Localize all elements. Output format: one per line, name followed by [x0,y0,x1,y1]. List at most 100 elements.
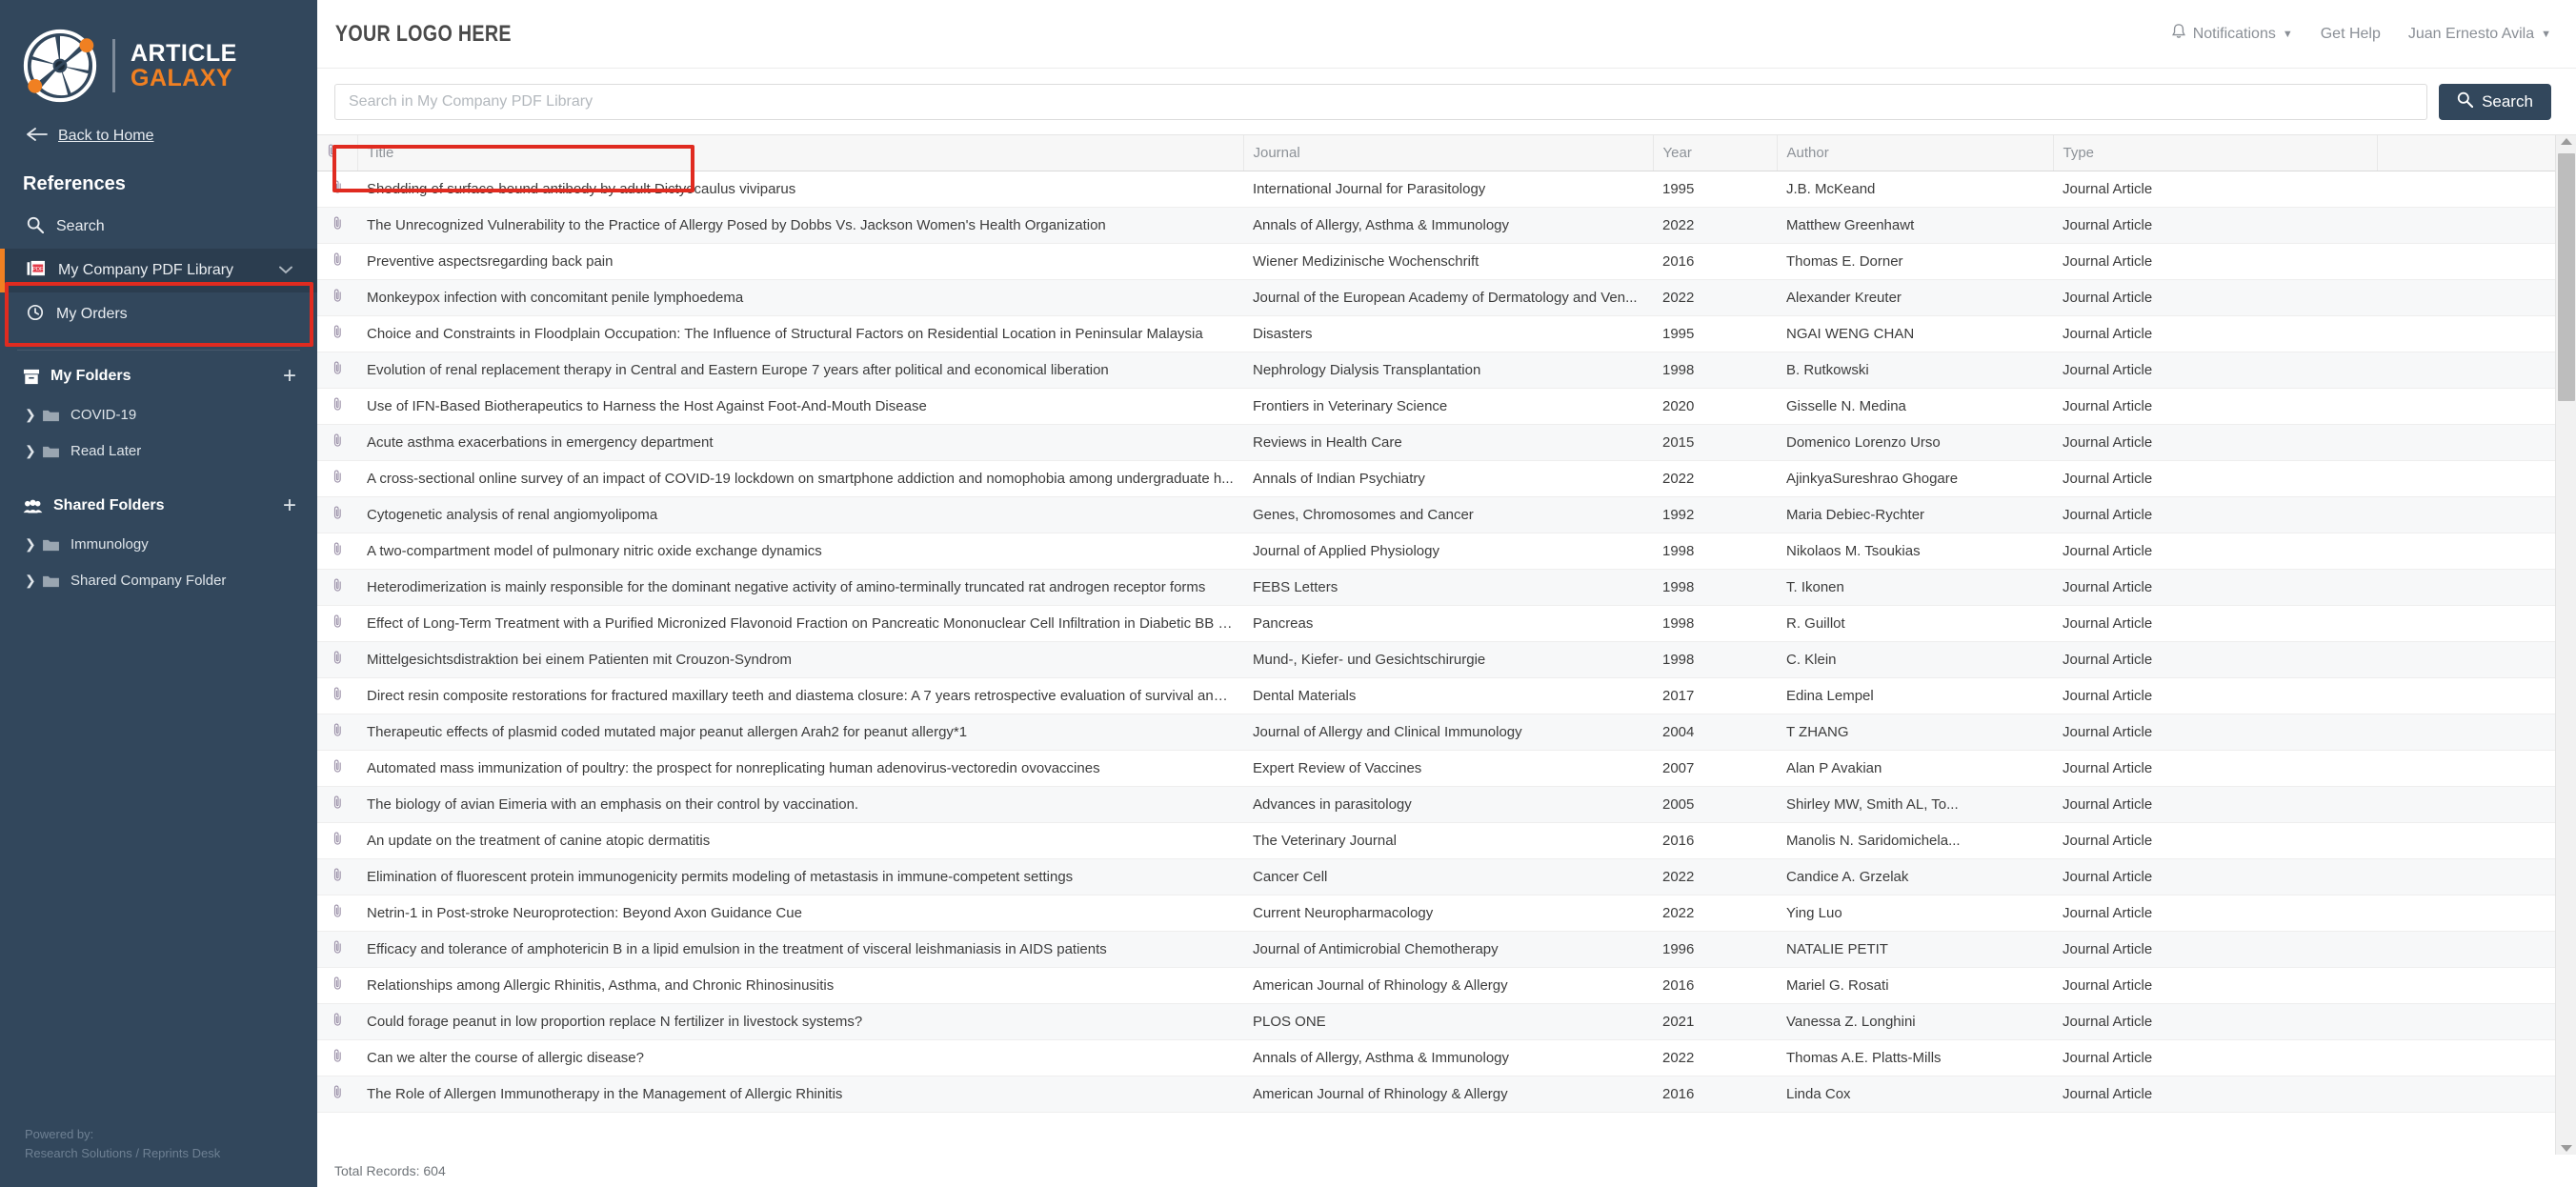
chevron-right-icon[interactable]: ❯ [25,407,40,423]
cell-title[interactable]: Choice and Constraints in Floodplain Occ… [357,315,1243,352]
table-row[interactable]: Acute asthma exacerbations in emergency … [317,424,2561,461]
back-to-home-link[interactable]: Back to Home [0,114,317,152]
table-row[interactable]: Elimination of fluorescent protein immun… [317,858,2561,895]
cell-title[interactable]: Monkeypox infection with concomitant pen… [357,279,1243,316]
get-help-link[interactable]: Get Help [2321,26,2381,43]
chevron-right-icon[interactable]: ❯ [25,443,40,459]
table-row[interactable]: Can we alter the course of allergic dise… [317,1039,2561,1076]
row-attachment-icon-cell[interactable] [317,1076,357,1113]
folder-item-immunology[interactable]: ❯ Immunology [0,526,317,562]
user-menu[interactable]: Juan Ernesto Avila ▼ [2408,26,2551,43]
table-row[interactable]: Use of IFN-Based Biotherapeutics to Harn… [317,388,2561,425]
table-row[interactable]: Preventive aspectsregarding back pain Wie… [317,243,2561,280]
cell-title[interactable]: Cytogenetic analysis of renal angiomyoli… [357,496,1243,533]
row-attachment-icon-cell[interactable] [317,279,357,316]
table-row[interactable]: Direct resin composite restorations for … [317,677,2561,714]
cell-title[interactable]: Preventive aspectsregarding back pain [357,243,1243,280]
row-attachment-icon-cell[interactable] [317,1039,357,1076]
cell-title[interactable]: Mittelgesichtsdistraktion bei einem Pati… [357,641,1243,678]
search-button[interactable]: Search [2439,83,2551,120]
cell-title[interactable]: An update on the treatment of canine ato… [357,822,1243,859]
table-row[interactable]: Cytogenetic analysis of renal angiomyoli… [317,496,2561,533]
folder-item-shared-company-folder[interactable]: ❯ Shared Company Folder [0,562,317,598]
cell-title[interactable]: The biology of avian Eimeria with an emp… [357,786,1243,823]
brand-logo[interactable]: ARTICLE GALAXY [0,0,317,114]
row-attachment-icon-cell[interactable] [317,858,357,895]
chevron-right-icon[interactable]: ❯ [25,573,40,589]
sidebar-item-my-company-pdf-library[interactable]: PDF My Company PDF Library [0,249,317,292]
table-row[interactable]: Therapeutic effects of plasmid coded mut… [317,714,2561,751]
column-header-year[interactable]: Year [1653,135,1778,171]
cell-title[interactable]: Evolution of renal replacement therapy i… [357,352,1243,389]
sidebar-item-my-orders[interactable]: My Orders [0,292,317,336]
row-attachment-icon-cell[interactable] [317,171,357,208]
add-shared-folder-button[interactable]: + [283,494,296,517]
row-attachment-icon-cell[interactable] [317,496,357,533]
cell-title[interactable]: Heterodimerization is mainly responsible… [357,569,1243,606]
cell-title[interactable]: A two-compartment model of pulmonary nit… [357,533,1243,570]
row-attachment-icon-cell[interactable] [317,714,357,751]
cell-title[interactable]: Use of IFN-Based Biotherapeutics to Harn… [357,388,1243,425]
table-row[interactable]: An update on the treatment of canine ato… [317,822,2561,859]
row-attachment-icon-cell[interactable] [317,388,357,425]
cell-title[interactable]: Direct resin composite restorations for … [357,677,1243,714]
cell-title[interactable]: A cross-sectional online survey of an im… [357,460,1243,497]
row-attachment-icon-cell[interactable] [317,967,357,1004]
chevron-down-icon[interactable] [279,262,292,279]
row-attachment-icon-cell[interactable] [317,569,357,606]
cell-title[interactable]: Elimination of fluorescent protein immun… [357,858,1243,895]
scroll-up-arrow-icon[interactable] [2561,138,2572,145]
cell-title[interactable]: Could forage peanut in low proportion re… [357,1003,1243,1040]
row-attachment-icon-cell[interactable] [317,352,357,389]
row-attachment-icon-cell[interactable] [317,786,357,823]
add-my-folder-button[interactable]: + [283,365,296,388]
table-row[interactable]: A two-compartment model of pulmonary nit… [317,533,2561,570]
cell-title[interactable]: The Role of Allergen Immunotherapy in th… [357,1076,1243,1113]
cell-title[interactable]: Acute asthma exacerbations in emergency … [357,424,1243,461]
table-row[interactable]: Could forage peanut in low proportion re… [317,1003,2561,1040]
cell-title[interactable]: Efficacy and tolerance of amphotericin B… [357,931,1243,968]
row-attachment-icon-cell[interactable] [317,750,357,787]
table-row[interactable]: Shedding of surface-bound antibody by ad… [317,171,2561,208]
row-attachment-icon-cell[interactable] [317,1003,357,1040]
row-attachment-icon-cell[interactable] [317,207,357,244]
table-row[interactable]: Heterodimerization is mainly responsible… [317,569,2561,606]
table-row[interactable]: A cross-sectional online survey of an im… [317,460,2561,497]
folder-item-read-later[interactable]: ❯ Read Later [0,433,317,469]
column-header-author[interactable]: Author [1777,135,2054,171]
cell-title[interactable]: Netrin-1 in Post-stroke Neuroprotection:… [357,895,1243,932]
row-attachment-icon-cell[interactable] [317,243,357,280]
table-row[interactable]: Netrin-1 in Post-stroke Neuroprotection:… [317,895,2561,932]
row-attachment-icon-cell[interactable] [317,315,357,352]
row-attachment-icon-cell[interactable] [317,533,357,570]
cell-title[interactable]: The Unrecognized Vulnerability to the Pr… [357,207,1243,244]
table-vertical-scrollbar[interactable] [2555,135,2576,1155]
cell-title[interactable]: Can we alter the course of allergic dise… [357,1039,1243,1076]
table-row[interactable]: Monkeypox infection with concomitant pen… [317,279,2561,316]
table-row[interactable]: Effect of Long-Term Treatment with a Pur… [317,605,2561,642]
table-row[interactable]: The biology of avian Eimeria with an emp… [317,786,2561,823]
sidebar-item-search[interactable]: Search [0,205,317,249]
cell-title[interactable]: Shedding of surface-bound antibody by ad… [357,171,1243,208]
row-attachment-icon-cell[interactable] [317,460,357,497]
table-row[interactable]: Mittelgesichtsdistraktion bei einem Pati… [317,641,2561,678]
chevron-right-icon[interactable]: ❯ [25,536,40,553]
table-row[interactable]: The Unrecognized Vulnerability to the Pr… [317,207,2561,244]
row-attachment-icon-cell[interactable] [317,931,357,968]
table-row[interactable]: Relationships among Allergic Rhinitis, A… [317,967,2561,1004]
row-attachment-icon-cell[interactable] [317,895,357,932]
table-row[interactable]: Efficacy and tolerance of amphotericin B… [317,931,2561,968]
column-header-journal[interactable]: Journal [1243,135,1654,171]
column-header-extra[interactable] [2377,135,2562,171]
cell-title[interactable]: Automated mass immunization of poultry: … [357,750,1243,787]
row-attachment-icon-cell[interactable] [317,424,357,461]
row-attachment-icon-cell[interactable] [317,677,357,714]
cell-title[interactable]: Therapeutic effects of plasmid coded mut… [357,714,1243,751]
notifications-menu[interactable]: Notifications ▼ [2171,23,2293,45]
table-row[interactable]: The Role of Allergen Immunotherapy in th… [317,1076,2561,1113]
table-row[interactable]: Automated mass immunization of poultry: … [317,750,2561,787]
row-attachment-icon-cell[interactable] [317,641,357,678]
column-header-attachment[interactable] [317,135,358,171]
table-row[interactable]: Choice and Constraints in Floodplain Occ… [317,315,2561,352]
column-header-type[interactable]: Type [2053,135,2378,171]
